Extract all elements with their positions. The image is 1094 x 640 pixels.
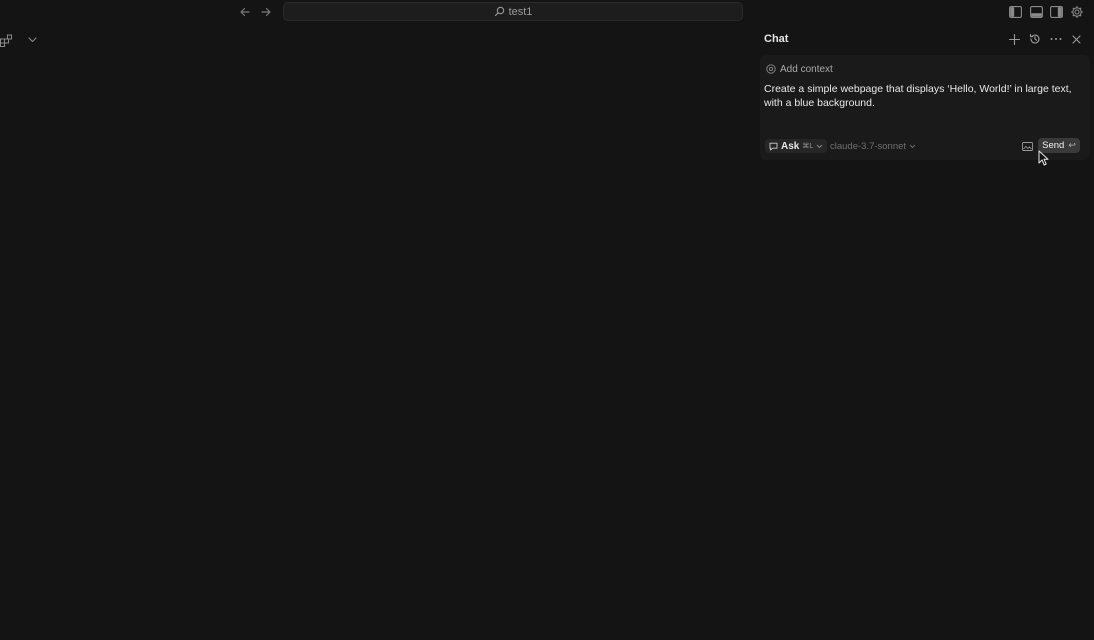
sidebar-right-icon [1049,6,1063,18]
chat-input[interactable]: Create a simple webpage that displays ‘H… [764,82,1082,110]
back-button[interactable] [237,4,253,20]
close-icon [1071,34,1081,44]
chevron-down-icon [816,144,823,148]
command-center-search[interactable]: test1 [283,2,743,21]
chat-composer: Add context Create a simple webpage that… [760,55,1090,160]
toggle-primary-sidebar-button[interactable] [1007,4,1023,20]
chat-header: Chat [764,30,1086,50]
title-bar: test1 [0,0,1094,24]
search-text: test1 [508,5,533,18]
arrow-left-icon [240,7,250,17]
chat-bubble-icon [769,142,778,150]
new-chat-button[interactable] [1007,32,1021,46]
enter-key-icon: ↩ [1068,140,1076,150]
mode-label: Ask [781,140,800,152]
ellipsis-icon [1050,38,1062,40]
forward-button[interactable] [258,4,274,20]
view-dropdown-button[interactable] [26,33,38,47]
history-icon [1029,33,1040,44]
gear-icon [1071,6,1083,18]
toggle-secondary-sidebar-button[interactable] [1048,4,1064,20]
sidebar-left-icon [1008,6,1022,18]
mode-shortcut: ⌘L [802,143,814,150]
panel-bottom-icon [1029,6,1043,18]
extensions-icon [0,34,12,47]
at-sign-icon [766,64,776,74]
search-icon [494,6,504,17]
close-chat-button[interactable] [1069,32,1083,46]
chat-title: Chat [764,33,789,45]
mouse-cursor-icon [1038,150,1049,166]
chevron-down-icon [909,144,916,148]
chevron-down-icon [27,37,37,43]
attach-image-button[interactable] [1020,140,1034,152]
add-context-button[interactable]: Add context [766,62,833,76]
explorer-view-button[interactable] [0,32,14,48]
model-select[interactable]: claude-3.7-sonnet [830,139,916,153]
arrow-right-icon [261,7,271,17]
add-context-label: Add context [780,63,833,75]
settings-button[interactable] [1069,4,1085,20]
more-options-button[interactable] [1049,32,1063,46]
toggle-panel-button[interactable] [1028,4,1044,20]
plus-icon [1008,33,1020,45]
model-label: claude-3.7-sonnet [830,140,907,152]
mode-select[interactable]: Ask ⌘L [765,139,828,153]
image-icon [1021,141,1033,151]
chat-history-button[interactable] [1028,32,1042,46]
